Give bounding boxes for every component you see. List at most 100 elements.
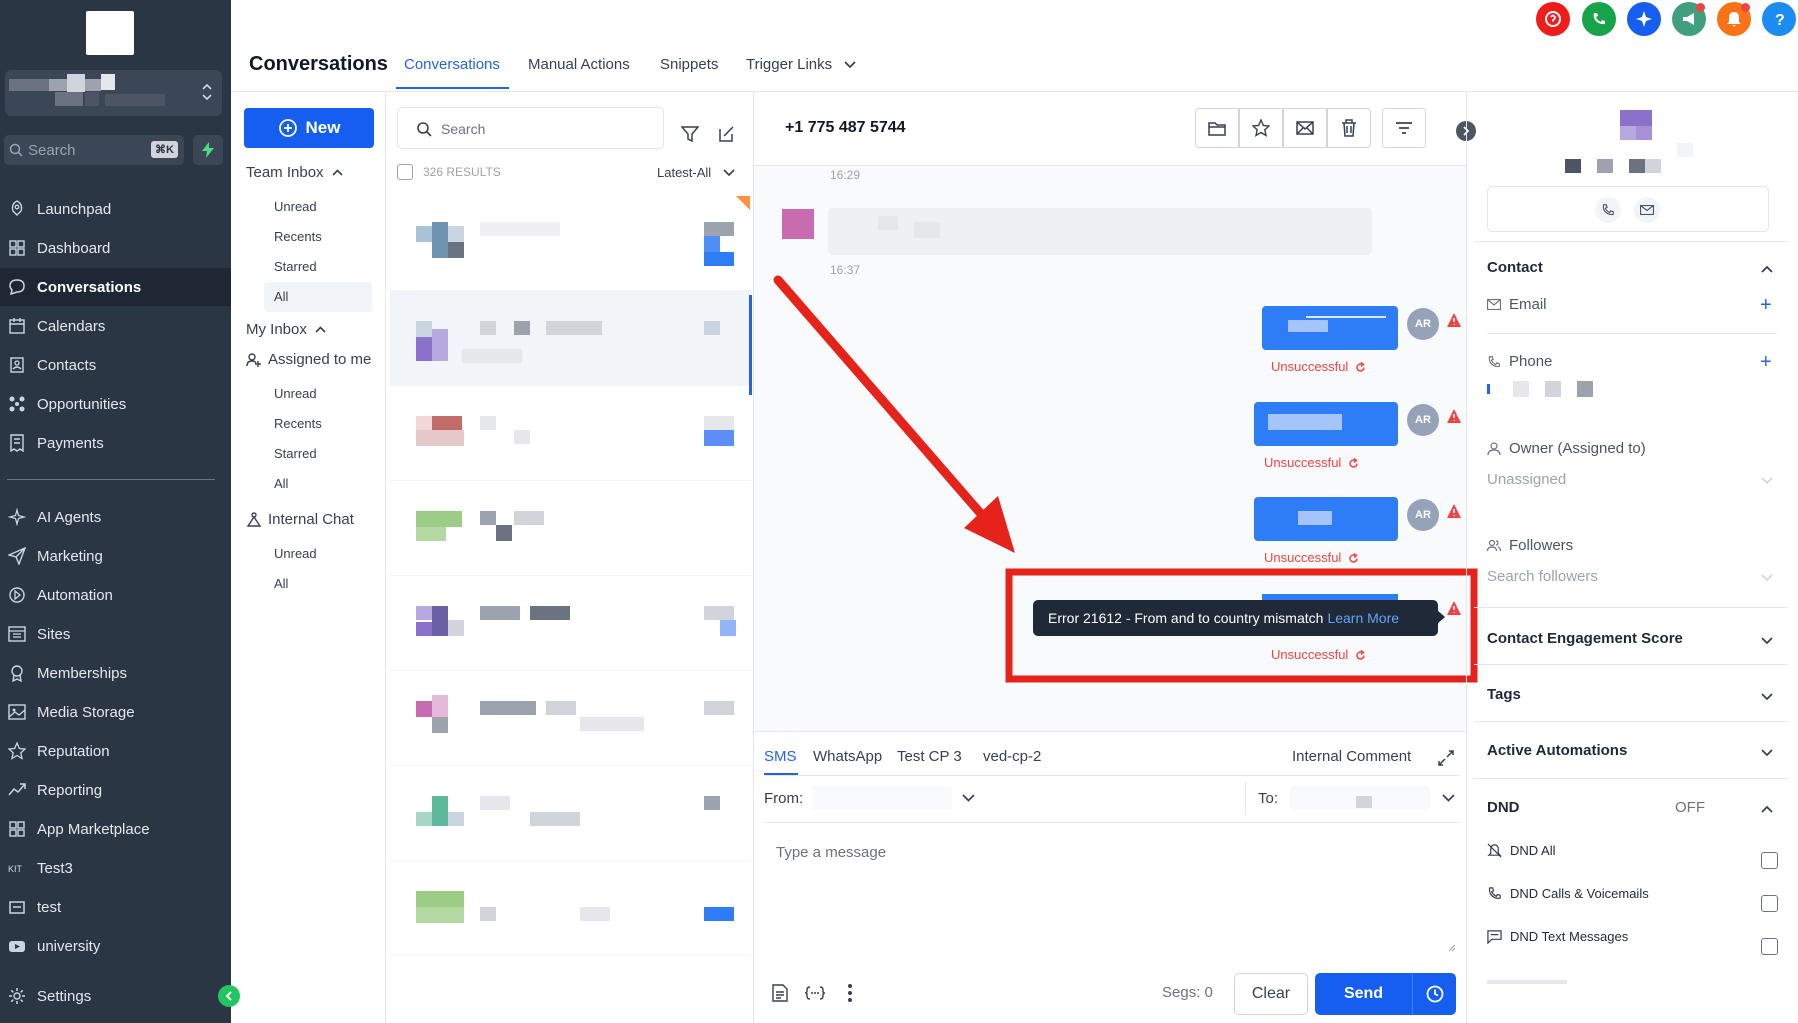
template-icon[interactable] (772, 984, 788, 1002)
sidebar-item-media-storage[interactable]: Media Storage (0, 693, 231, 731)
channel-tab-sms[interactable]: SMS (764, 748, 797, 765)
team-inbox-recents[interactable]: Recents (274, 229, 322, 244)
list-scroll-indicator[interactable] (749, 295, 752, 395)
my-inbox-recents[interactable]: Recents (274, 416, 322, 431)
conversation-row[interactable] (390, 386, 751, 481)
tab-conversations[interactable]: Conversations (404, 56, 500, 73)
custom-values-icon[interactable] (805, 986, 825, 1000)
chevron-down-icon[interactable] (1760, 633, 1774, 647)
help-badge-button[interactable] (1536, 2, 1570, 36)
sidebar-item-memberships[interactable]: Memberships (0, 654, 231, 692)
channel-tab-whatsapp[interactable]: WhatsApp (813, 748, 882, 765)
dnd-section[interactable]: DND (1487, 799, 1520, 816)
add-email-button[interactable]: + (1760, 295, 1772, 315)
phone-call-button[interactable] (1582, 2, 1616, 36)
my-inbox-all[interactable]: All (274, 476, 288, 491)
conversation-row[interactable] (390, 671, 751, 766)
conversation-row[interactable] (390, 861, 751, 956)
dnd-text-checkbox[interactable] (1761, 938, 1778, 955)
team-inbox-starred[interactable]: Starred (274, 259, 317, 274)
help-button[interactable]: ? (1762, 2, 1796, 36)
sidebar-item-calendars[interactable]: Calendars (0, 307, 231, 345)
delete-button[interactable] (1327, 108, 1371, 148)
email-contact-button[interactable] (1634, 197, 1660, 223)
sidebar-item-marketing[interactable]: Marketing (0, 537, 231, 575)
more-options-icon[interactable] (848, 984, 852, 1002)
tags-section[interactable]: Tags (1487, 686, 1521, 703)
my-inbox-toggle[interactable]: My Inbox (246, 321, 326, 338)
conversation-row-selected[interactable] (390, 291, 751, 386)
conversation-row[interactable] (390, 481, 751, 576)
chevron-down-icon[interactable] (1760, 689, 1774, 703)
sidebar-item-settings[interactable]: Settings (0, 977, 231, 1015)
owner-select[interactable]: Unassigned (1487, 471, 1566, 488)
from-number-select[interactable] (812, 784, 982, 812)
conversation-search[interactable]: Search (397, 107, 664, 149)
message-input[interactable] (764, 830, 1460, 955)
sidebar-item-dashboard[interactable]: Dashboard (0, 229, 231, 267)
engagement-score-section[interactable]: Contact Engagement Score (1487, 630, 1683, 647)
conversation-row[interactable] (390, 576, 751, 671)
sidebar-item-reputation[interactable]: Reputation (0, 732, 231, 770)
schedule-send-button[interactable] (1412, 973, 1456, 1015)
tab-snippets[interactable]: Snippets (660, 56, 718, 73)
active-automations-section[interactable]: Active Automations (1487, 742, 1627, 759)
announcements-button[interactable] (1672, 2, 1706, 36)
my-inbox-unread[interactable]: Unread (274, 386, 317, 401)
dnd-all-checkbox[interactable] (1761, 852, 1778, 869)
internal-chat-unread[interactable]: Unread (274, 546, 317, 561)
resize-handle-icon[interactable] (1448, 944, 1456, 952)
sidebar-item-test3[interactable]: KIT Test3 (0, 849, 231, 887)
select-all-checkbox[interactable] (397, 164, 413, 180)
sidebar-item-launchpad[interactable]: Launchpad (0, 190, 231, 228)
sidebar-item-opportunities[interactable]: Opportunities (0, 385, 231, 423)
sidebar-item-app-marketplace[interactable]: App Marketplace (0, 810, 231, 848)
team-inbox-unread[interactable]: Unread (274, 199, 317, 214)
tab-trigger-links[interactable]: Trigger Links (746, 56, 856, 73)
quick-action-button[interactable] (193, 135, 223, 165)
sidebar-item-contacts[interactable]: Contacts (0, 346, 231, 384)
channel-tab-ved-cp-2[interactable]: ved-cp-2 (983, 748, 1041, 765)
channel-tab-test-cp-3[interactable]: Test CP 3 (897, 748, 962, 765)
conversation-row[interactable] (390, 766, 751, 861)
new-conversation-button[interactable]: New (244, 108, 374, 148)
contact-section-title[interactable]: Contact (1487, 259, 1543, 276)
sidebar-item-conversations[interactable]: Conversations (0, 268, 231, 306)
sidebar-item-payments[interactable]: Payments (0, 424, 231, 462)
followers-search[interactable]: Search followers (1487, 568, 1598, 585)
sidebar-item-reporting[interactable]: Reporting (0, 771, 231, 809)
team-inbox-toggle[interactable]: Team Inbox (246, 164, 343, 181)
star-button[interactable] (1239, 108, 1283, 148)
internal-chat-toggle[interactable]: Internal Chat (246, 511, 354, 528)
sidebar-item-university[interactable]: university (0, 927, 231, 965)
chevron-down-icon[interactable] (1760, 473, 1774, 487)
chevron-up-icon[interactable] (1760, 262, 1774, 276)
team-inbox-all[interactable]: All (274, 289, 288, 304)
filter-icon[interactable] (681, 125, 699, 143)
sidebar-item-ai-agents[interactable]: AI Agents (0, 498, 231, 536)
to-number-select[interactable] (1290, 784, 1460, 812)
sidebar-item-sites[interactable]: Sites (0, 615, 231, 653)
chevron-down-icon[interactable] (1760, 570, 1774, 584)
dnd-calls-checkbox[interactable] (1761, 895, 1778, 912)
ai-assist-button[interactable] (1627, 2, 1661, 36)
internal-comment-tab[interactable]: Internal Comment (1292, 748, 1411, 765)
expand-composer-icon[interactable] (1438, 750, 1454, 766)
chevron-down-icon[interactable] (1760, 745, 1774, 759)
compose-icon[interactable] (717, 125, 735, 143)
chevron-up-icon[interactable] (1760, 802, 1774, 816)
tab-manual-actions[interactable]: Manual Actions (528, 56, 630, 73)
add-phone-button[interactable]: + (1760, 352, 1772, 372)
sort-select[interactable]: Latest-All (657, 165, 735, 180)
thread-filter-button[interactable] (1382, 108, 1426, 148)
sidebar-search[interactable]: Search ⌘K (4, 135, 184, 165)
sidebar-item-test[interactable]: test (0, 888, 231, 926)
send-button[interactable]: Send (1315, 973, 1412, 1015)
my-inbox-starred[interactable]: Starred (274, 446, 317, 461)
internal-chat-all[interactable]: All (274, 576, 288, 591)
call-contact-button[interactable] (1595, 197, 1621, 223)
conversation-row[interactable] (390, 196, 751, 291)
mark-unread-button[interactable] (1283, 108, 1327, 148)
assigned-to-me[interactable]: Assigned to me (246, 351, 371, 368)
account-switcher[interactable] (5, 70, 222, 116)
